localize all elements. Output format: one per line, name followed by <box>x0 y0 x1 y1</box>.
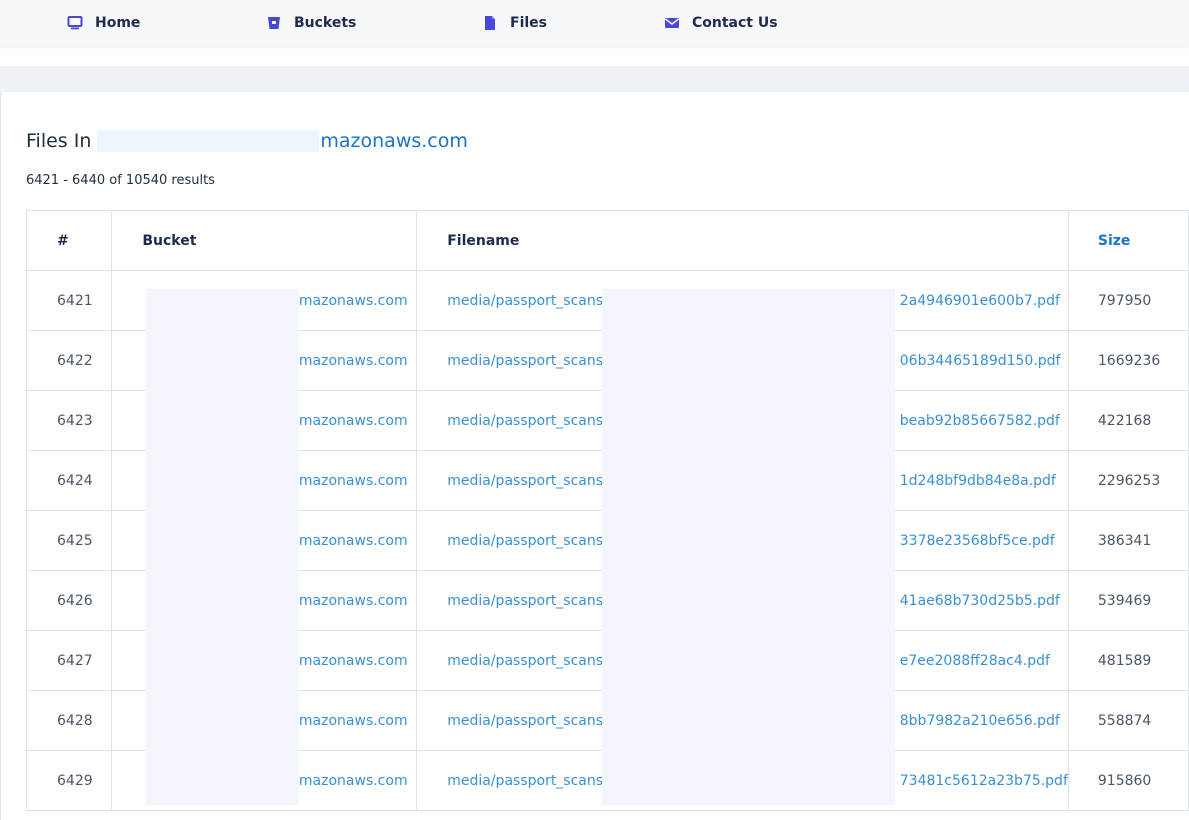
filename-suffix: 1d248bf9db84e8a.pdf <box>899 472 1056 489</box>
filename-suffix: 73481c5612a23b75.pdf <box>899 772 1068 789</box>
filename-path: media/passport_scans/ <box>447 712 608 729</box>
row-number-cell: 6429 <box>25 750 113 811</box>
file-size-cell: 558874 <box>1067 690 1189 751</box>
column-header-number: # <box>25 210 113 271</box>
filename-path: media/passport_scans/ <box>447 652 608 669</box>
bucket-link[interactable]: amazonaws.com <box>290 713 407 729</box>
bucket-link[interactable]: amazonaws.com <box>290 473 407 489</box>
monitor-icon <box>67 16 83 30</box>
filename-path: media/passport_scans/ <box>447 592 608 609</box>
filename-path: media/passport_scans/ <box>447 412 608 429</box>
redacted-bucket-column <box>146 289 299 805</box>
filename-path: media/passport_scans/ <box>447 472 608 489</box>
nav-home[interactable]: Home <box>67 12 140 34</box>
nav-contact[interactable]: Contact Us <box>664 12 778 34</box>
filename-suffix: 41ae68b730d25b5.pdf <box>899 592 1060 609</box>
page-title: Files In mazonaws.com <box>26 128 468 154</box>
row-number-cell: 6423 <box>25 390 113 451</box>
table-header-row: # Bucket Filename Size <box>25 210 1189 271</box>
row-number-cell: 6421 <box>25 270 113 331</box>
filename-suffix: e7ee2088ff28ac4.pdf <box>899 652 1050 669</box>
column-header-filename: Filename <box>416 210 1069 271</box>
bucket-link[interactable]: amazonaws.com <box>290 653 407 669</box>
file-size-cell: 2296253 <box>1067 450 1189 511</box>
envelope-icon <box>665 18 679 28</box>
row-number-cell: 6422 <box>25 330 113 391</box>
file-size-cell: 915860 <box>1067 750 1189 811</box>
filename-path: media/passport_scans/ <box>447 532 608 549</box>
bucket-icon <box>268 17 280 29</box>
results-count: 6421 - 6440 of 10540 results <box>26 173 215 188</box>
redacted-block <box>97 130 320 152</box>
nav-contact-label: Contact Us <box>692 15 778 31</box>
filename-suffix: 3378e23568bf5ce.pdf <box>899 532 1055 549</box>
file-size-cell: 797950 <box>1067 270 1189 331</box>
filename-path: media/passport_scans/ <box>447 772 608 789</box>
file-size-cell: 481589 <box>1067 630 1189 691</box>
filename-suffix: beab92b85667582.pdf <box>899 412 1060 429</box>
filename-path: media/passport_scans/ <box>447 352 608 369</box>
top-navigation: Home Buckets Files Contact Us <box>0 0 1189 46</box>
bucket-link[interactable]: amazonaws.com <box>290 593 407 609</box>
filename-suffix: 8bb7982a210e656.pdf <box>899 712 1060 729</box>
nav-home-label: Home <box>95 15 141 31</box>
nav-buckets[interactable]: Buckets <box>266 12 356 34</box>
row-number-cell: 6427 <box>25 630 113 691</box>
bucket-link[interactable]: amazonaws.com <box>290 353 407 369</box>
bucket-link[interactable]: amazonaws.com <box>290 773 407 789</box>
title-prefix: Files In <box>26 130 92 152</box>
file-size-cell: 1669236 <box>1067 330 1189 391</box>
file-size-cell: 539469 <box>1067 570 1189 631</box>
row-number-cell: 6426 <box>25 570 113 631</box>
title-host-link[interactable]: mazonaws.com <box>320 130 468 152</box>
column-header-bucket: Bucket <box>111 210 418 271</box>
file-size-cell: 386341 <box>1067 510 1189 571</box>
row-number-cell: 6425 <box>25 510 113 571</box>
column-header-size[interactable]: Size <box>1067 210 1189 271</box>
bucket-link[interactable]: amazonaws.com <box>290 533 407 549</box>
file-icon <box>485 16 495 30</box>
row-number-cell: 6424 <box>25 450 113 511</box>
file-size-cell: 422168 <box>1067 390 1189 451</box>
filename-suffix: 06b34465189d150.pdf <box>899 352 1061 369</box>
nav-files[interactable]: Files <box>482 12 547 34</box>
filename-suffix: 2a4946901e600b7.pdf <box>899 292 1060 309</box>
bucket-link[interactable]: amazonaws.com <box>290 413 407 429</box>
row-number-cell: 6428 <box>25 690 113 751</box>
filename-path: media/passport_scans/ <box>447 292 608 309</box>
redacted-filename-column <box>602 289 895 805</box>
header-band <box>0 66 1189 93</box>
bucket-link[interactable]: amazonaws.com <box>290 293 407 309</box>
nav-files-label: Files <box>510 15 547 31</box>
nav-buckets-label: Buckets <box>294 15 357 31</box>
